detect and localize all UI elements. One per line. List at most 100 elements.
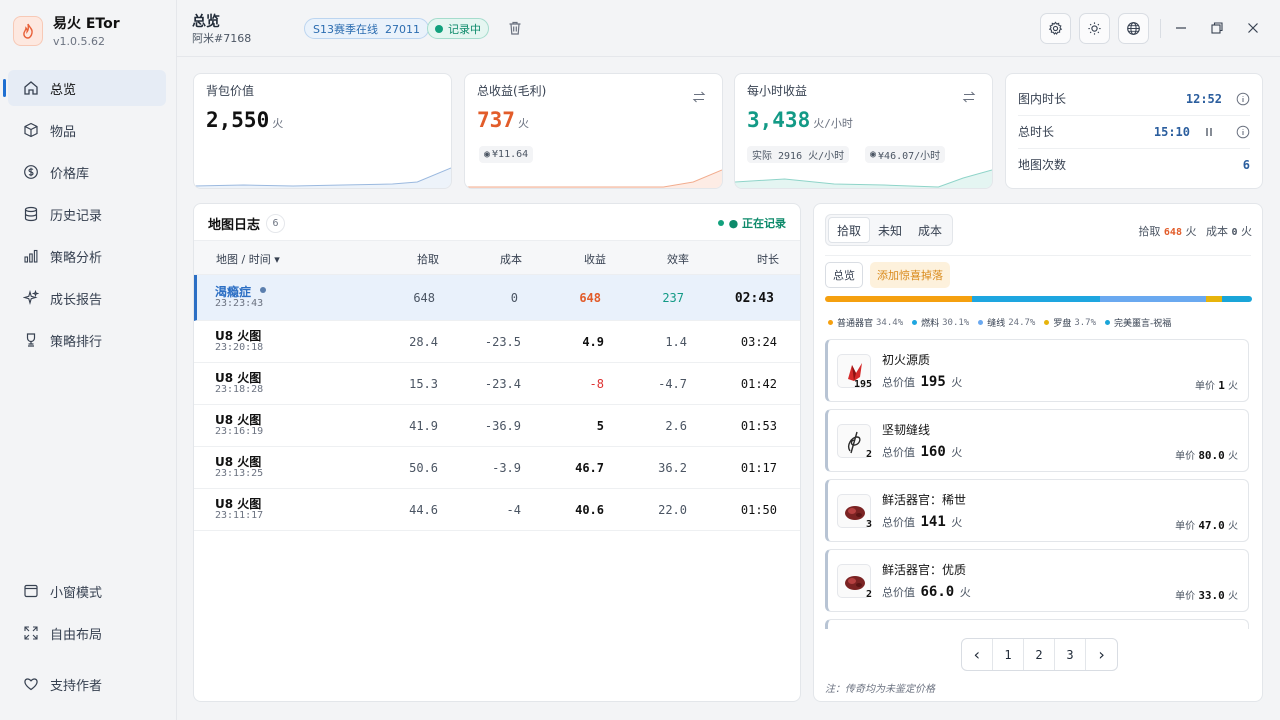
tab-unknown[interactable]: 未知 <box>870 217 910 243</box>
overview-tag[interactable]: 总览 <box>825 262 863 288</box>
map-log-count: 6 <box>266 214 286 233</box>
gear-icon <box>1048 21 1063 35</box>
bag-value-number: 2,550 <box>206 108 270 132</box>
table-row[interactable]: U8 火图 23:11:17 44.6 -4 40.6 22.0 01:50 <box>194 489 800 531</box>
restore-icon[interactable] <box>1210 21 1224 35</box>
loot-item-card[interactable]: 2 坚韧缝线 总价值 160 火单价 80.0 火 <box>825 409 1249 472</box>
total-revenue-card: 总收益(毛利) 737 火 ◉ ¥11.64 <box>464 73 723 189</box>
legend-dot-icon <box>978 320 984 325</box>
item-unit-price: 单价 80.0 火 <box>1175 447 1238 462</box>
info-icon[interactable] <box>1236 125 1250 139</box>
hourly-revenue-card: 每小时收益 3,438 火/小时 实际 2916 火/小时 ◉ ¥46.07/小时 <box>734 73 993 189</box>
sun-icon <box>1088 22 1101 35</box>
loot-item-card[interactable]: 2 鲜活器官：优质 总价值 66.0 火单价 33.0 火 <box>825 549 1249 612</box>
add-surprise-drop-button[interactable]: 添加惊喜掉落 <box>870 262 950 288</box>
row-dur: 01:53 <box>740 418 777 433</box>
bag-value: 2,550 火 <box>206 108 283 132</box>
item-unit-price: 单价 47.0 火 <box>1175 517 1238 532</box>
swap-icon[interactable] <box>962 90 976 104</box>
prev-page-button[interactable]: ‹ <box>962 639 993 670</box>
sidebar-item-label: 历史记录 <box>50 208 103 224</box>
sidebar-item-overview[interactable]: 总览 <box>3 70 166 106</box>
trash-icon[interactable] <box>507 20 523 36</box>
minimize-icon[interactable] <box>1174 21 1188 35</box>
col-profit: 收益 <box>584 253 606 266</box>
row-profit: 4.9 <box>582 334 604 349</box>
item-unit-label: 单价 <box>1175 521 1196 532</box>
distribution-segment <box>1100 296 1206 302</box>
swap-icon[interactable] <box>692 90 706 104</box>
item-name: 鲜活器官：稀世 <box>882 493 967 507</box>
hourly-revenue-number: 3,438 <box>747 108 811 132</box>
item-unit-value: 47.0 <box>1198 519 1225 532</box>
home-icon <box>22 79 40 97</box>
col-efficiency: 效率 <box>667 253 689 266</box>
tab-cost[interactable]: 成本 <box>910 217 950 243</box>
page-3-button[interactable]: 3 <box>1055 639 1086 670</box>
bar-chart-icon <box>22 247 40 265</box>
item-qty: 3 <box>865 519 872 530</box>
bag-value-sparkline <box>194 167 451 188</box>
total-revenue-unit: 火 <box>517 117 529 130</box>
table-row[interactable]: U8 火图 23:16:19 41.9 -36.9 5 2.6 01:53 <box>194 405 800 447</box>
organ-icon: 2 <box>837 564 872 600</box>
legend-pct: 30.1% <box>942 317 970 328</box>
item-unit-currency: 火 <box>1228 521 1238 532</box>
tab-pickup[interactable]: 拾取 <box>828 217 871 243</box>
map-time-row: 图内时长 12:52 <box>1018 82 1250 115</box>
map-count-label: 地图次数 <box>1018 158 1067 172</box>
item-qty: 2 <box>865 589 872 600</box>
flame-essence-icon: 195 <box>837 354 872 390</box>
theme-toggle-button[interactable] <box>1079 13 1110 44</box>
table-row[interactable]: U8 火图 23:20:18 28.4 -23.5 4.9 1.4 03:24 <box>194 321 800 363</box>
dollar-icon <box>22 163 40 181</box>
sidebar-item-items[interactable]: 物品 <box>8 112 166 148</box>
item-unit-currency: 火 <box>1228 451 1238 462</box>
sidebar-item-growth-report[interactable]: 成长报告 <box>8 280 166 316</box>
settings-button[interactable] <box>1040 13 1071 44</box>
pause-icon[interactable] <box>1204 125 1214 139</box>
cost-summary-label: 成本 <box>1205 225 1228 238</box>
window-icon <box>22 582 40 600</box>
item-name: 鲜活器官：优质 <box>882 563 967 577</box>
recording-dot-icon <box>435 24 443 33</box>
table-row[interactable]: 渴瘾症 23:23:43 648 0 648 237 02:43 <box>194 275 800 321</box>
item-qty: 195 <box>853 379 872 390</box>
sidebar-item-label: 小窗模式 <box>50 585 103 601</box>
sidebar-item-label: 价格库 <box>50 166 90 182</box>
bottom-nav: 小窗模式 自由布局 支持作者 <box>8 573 166 708</box>
table-row[interactable]: U8 火图 23:13:25 50.6 -3.9 46.7 36.2 01:17 <box>194 447 800 489</box>
heart-icon <box>22 675 40 693</box>
row-cost: -36.9 <box>484 418 521 433</box>
page-2-button[interactable]: 2 <box>1024 639 1055 670</box>
sidebar-item-history[interactable]: 历史记录 <box>8 196 166 232</box>
bag-value-card: 背包价值 2,550 火 <box>193 73 452 189</box>
sidebar-item-strategy-ranking[interactable]: 策略排行 <box>8 322 166 358</box>
status-dot-icon <box>717 220 724 226</box>
close-icon[interactable] <box>1246 21 1260 35</box>
divider <box>825 255 1251 256</box>
legend-pct: 34.4% <box>876 317 904 328</box>
globe-icon <box>1127 22 1140 35</box>
page-1-button[interactable]: 1 <box>993 639 1024 670</box>
sidebar: 易火 ETor v1.0.5.62 总览 物品 价格库 历史记录 策略分析 成长… <box>0 0 177 720</box>
loot-item-card[interactable]: 195 初火源质 总价值 195 火单价 1 火 <box>825 339 1249 402</box>
language-button[interactable] <box>1118 13 1149 44</box>
row-pickup: 50.6 <box>409 460 438 475</box>
table-row[interactable]: U8 火图 23:18:28 15.3 -23.4 -8 -4.7 01:42 <box>194 363 800 405</box>
sidebar-item-free-layout[interactable]: 自由布局 <box>8 615 166 651</box>
row-pickup: 15.3 <box>409 376 438 391</box>
sidebar-item-price-db[interactable]: 价格库 <box>8 154 166 190</box>
next-page-button[interactable]: › <box>1086 639 1117 670</box>
legend-entry: 罗盘 3.7% <box>1044 316 1096 329</box>
sidebar-item-strategy-analysis[interactable]: 策略分析 <box>8 238 166 274</box>
sidebar-item-support-author[interactable]: 支持作者 <box>8 666 166 702</box>
row-cost: -4 <box>506 502 521 517</box>
loot-item-card[interactable]: 3 鲜活器官：稀世 总价值 141 火单价 47.0 火 <box>825 479 1249 542</box>
brand: 易火 ETor v1.0.5.62 <box>13 13 120 48</box>
sidebar-item-mini-window[interactable]: 小窗模式 <box>8 573 166 609</box>
col-map-time[interactable]: 地图 / 时间 ▾ <box>216 251 280 267</box>
item-unit-currency: 火 <box>1228 591 1238 602</box>
recording-badge[interactable]: 记录中 <box>427 18 489 39</box>
info-icon[interactable] <box>1236 92 1250 106</box>
